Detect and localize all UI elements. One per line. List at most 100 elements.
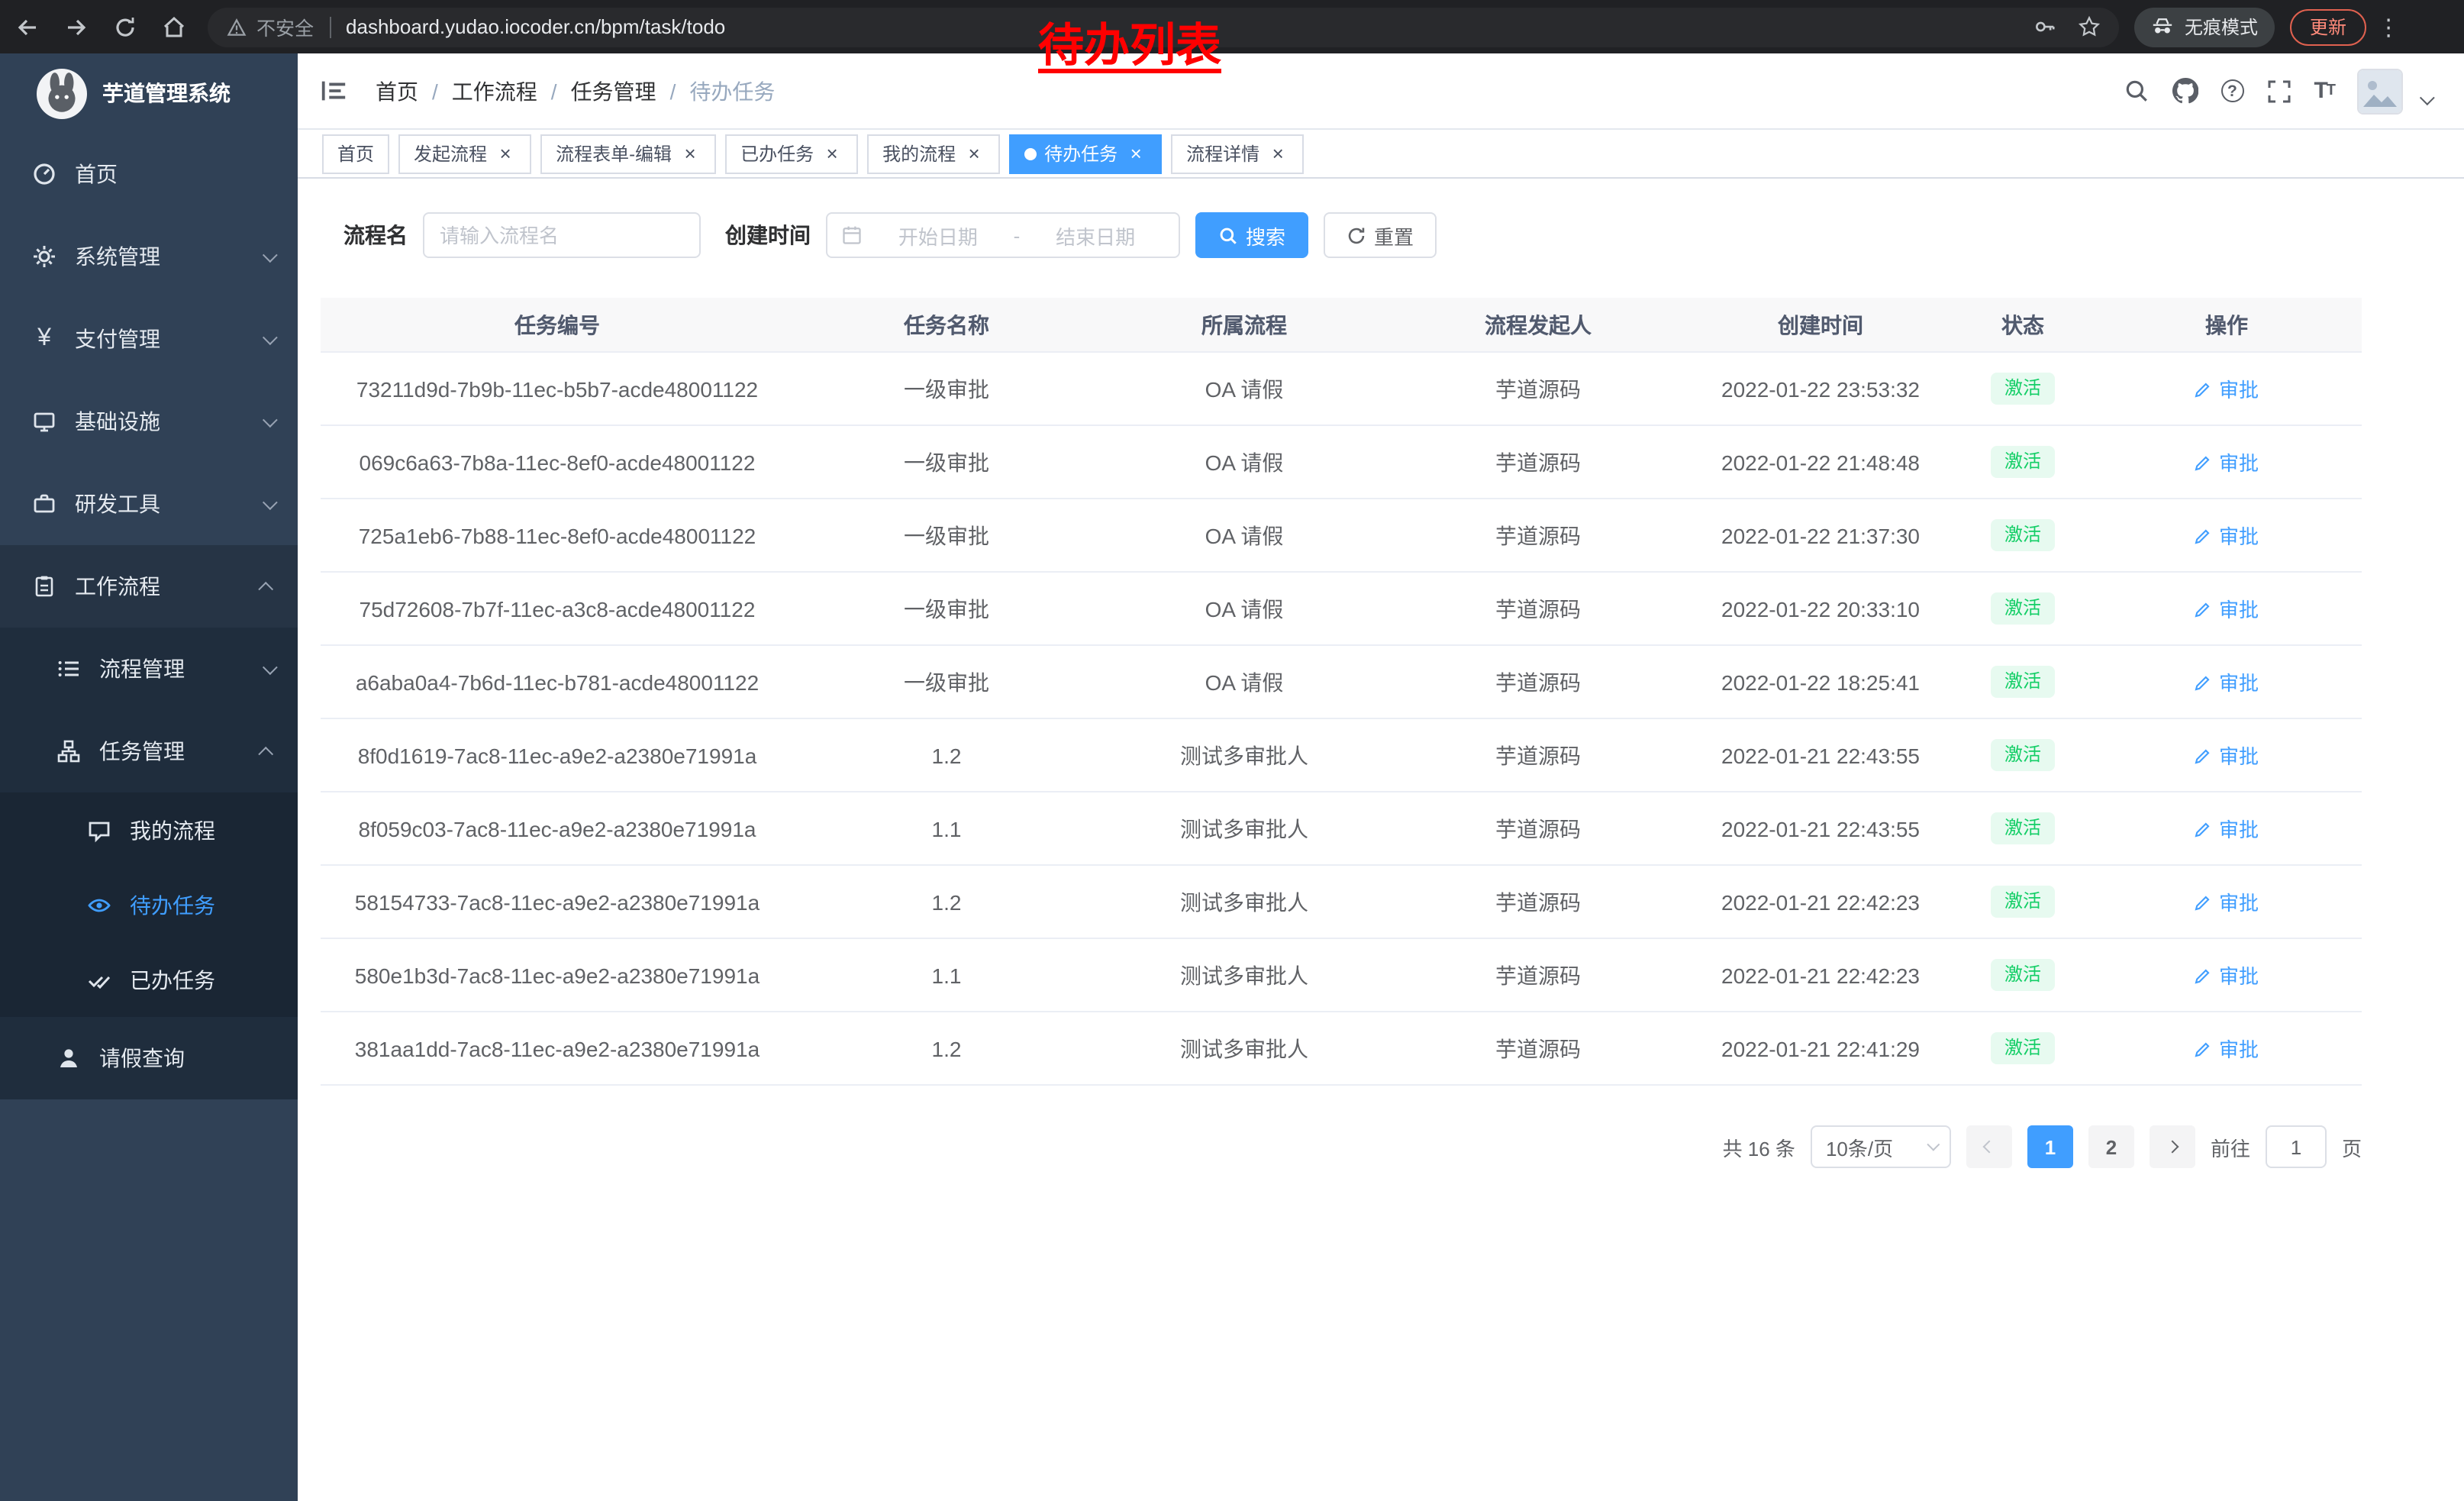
table-row: 381aa1dd-7ac8-11ec-a9e2-a2380e71991a 1.2… (321, 1012, 2362, 1086)
page-button-2[interactable]: 2 (2088, 1125, 2134, 1168)
approve-link[interactable]: 审批 (2195, 960, 2259, 989)
reload-button[interactable] (104, 5, 147, 48)
date-range-picker[interactable]: 开始日期 - 结束日期 (826, 212, 1180, 258)
sidebar-item-task-mgmt[interactable]: 任务管理 (0, 710, 298, 792)
security-label[interactable]: 不安全 (256, 12, 314, 41)
sidebar-item-my-process[interactable]: 我的流程 (0, 792, 298, 867)
search-button[interactable]: 搜索 (1195, 212, 1308, 258)
prev-page-button[interactable] (1966, 1125, 2012, 1168)
header-actions: ? TT (2123, 68, 2464, 114)
browser-menu-icon[interactable]: ⋮ (2377, 13, 2400, 40)
table-row: 8f059c03-7ac8-11ec-a9e2-a2380e71991a 1.1… (321, 792, 2362, 866)
avatar-caret-icon[interactable] (2420, 85, 2430, 112)
filter-bar: 流程名 创建时间 开始日期 - 结束日期 搜索 重置 (343, 212, 1437, 258)
incognito-icon (2151, 15, 2174, 38)
tag-tab-bar: 首页 发起流程 × 流程表单-编辑 × 已办任务 × 我的流程 × 待办任务 ×… (298, 130, 2464, 179)
task-create-time: 2022-01-22 20:33:10 (1687, 573, 1954, 644)
task-name: 一级审批 (794, 646, 1099, 718)
dashboard-icon (31, 162, 58, 186)
task-process: OA 请假 (1099, 353, 1389, 424)
breadcrumb-home[interactable]: 首页 (376, 76, 418, 106)
goto-page-input[interactable] (2266, 1125, 2327, 1168)
task-create-time: 2022-01-21 22:42:23 (1687, 939, 1954, 1011)
close-icon[interactable]: × (679, 143, 701, 164)
task-id: a6aba0a4-7b6d-11ec-b781-acde48001122 (321, 646, 794, 718)
chevron-down-icon (1927, 1138, 1940, 1151)
tab-my-process[interactable]: 我的流程 × (867, 134, 1000, 173)
help-icon[interactable]: ? (2221, 79, 2243, 102)
github-icon[interactable] (2172, 78, 2198, 104)
close-icon[interactable]: × (963, 143, 985, 164)
next-page-button[interactable] (2150, 1125, 2195, 1168)
home-button[interactable] (153, 5, 195, 48)
reset-button[interactable]: 重置 (1324, 212, 1437, 258)
task-create-time: 2022-01-21 22:43:55 (1687, 719, 1954, 791)
tab-todo-tasks[interactable]: 待办任务 × (1009, 134, 1162, 173)
forward-button[interactable] (55, 5, 98, 48)
approve-link[interactable]: 审批 (2195, 447, 2259, 476)
task-id: 580e1b3d-7ac8-11ec-a9e2-a2380e71991a (321, 939, 794, 1011)
process-name-input[interactable] (423, 212, 701, 258)
task-process: OA 请假 (1099, 426, 1389, 498)
approve-link[interactable]: 审批 (2195, 741, 2259, 770)
app-title: 芋道管理系统 (102, 78, 231, 108)
page-button-1[interactable]: 1 (2027, 1125, 2073, 1168)
tab-process-detail[interactable]: 流程详情 × (1171, 134, 1304, 173)
page-size-select[interactable]: 10条/页 (1811, 1125, 1951, 1168)
todo-task-table: 任务编号 任务名称 所属流程 流程发起人 创建时间 状态 操作 73211d9d… (321, 298, 2362, 1086)
tab-done-tasks[interactable]: 已办任务 × (725, 134, 858, 173)
sidebar-item-devtools[interactable]: 研发工具 (0, 463, 298, 545)
approve-link[interactable]: 审批 (2195, 1034, 2259, 1063)
browser-chrome: 不安全 dashboard.yudao.iocoder.cn/bpm/task/… (0, 0, 2464, 53)
close-icon[interactable]: × (1125, 143, 1147, 164)
approve-link[interactable]: 审批 (2195, 887, 2259, 916)
fullscreen-icon[interactable] (2266, 79, 2291, 103)
close-icon[interactable]: × (1267, 143, 1288, 164)
table-row: 58154733-7ac8-11ec-a9e2-a2380e71991a 1.2… (321, 866, 2362, 939)
tab-start-process[interactable]: 发起流程 × (398, 134, 531, 173)
user-avatar[interactable] (2357, 68, 2403, 114)
approve-link[interactable]: 审批 (2195, 594, 2259, 623)
breadcrumb-workflow[interactable]: 工作流程 (452, 76, 537, 106)
sidebar-item-todo-tasks[interactable]: 待办任务 (0, 867, 298, 942)
update-button[interactable]: 更新 (2290, 8, 2366, 45)
sidebar-item-system[interactable]: 系统管理 (0, 215, 298, 298)
end-date-placeholder[interactable]: 结束日期 (1026, 221, 1165, 250)
approve-link[interactable]: 审批 (2195, 521, 2259, 550)
search-icon[interactable] (2123, 78, 2149, 104)
start-date-placeholder[interactable]: 开始日期 (869, 221, 1008, 250)
font-size-icon[interactable]: TT (2314, 78, 2334, 104)
sidebar-item-leave-query[interactable]: 请假查询 (0, 1017, 298, 1099)
col-create-time: 创建时间 (1687, 298, 1954, 351)
tab-form-edit[interactable]: 流程表单-编辑 × (540, 134, 716, 173)
back-button[interactable] (6, 5, 49, 48)
sidebar-collapse-icon[interactable] (319, 76, 348, 105)
breadcrumb-task-mgmt[interactable]: 任务管理 (571, 76, 656, 106)
close-icon[interactable]: × (821, 143, 843, 164)
table-row: 725a1eb6-7b88-11ec-8ef0-acde48001122 一级审… (321, 499, 2362, 573)
task-id: 73211d9d-7b9b-11ec-b5b7-acde48001122 (321, 353, 794, 424)
close-icon[interactable]: × (495, 143, 516, 164)
task-id: 381aa1dd-7ac8-11ec-a9e2-a2380e71991a (321, 1012, 794, 1084)
status-badge: 激活 (1991, 593, 2055, 625)
task-name: 一级审批 (794, 353, 1099, 424)
task-name: 一级审批 (794, 499, 1099, 571)
sidebar-item-done-tasks[interactable]: 已办任务 (0, 942, 298, 1017)
sidebar-item-process-mgmt[interactable]: 流程管理 (0, 628, 298, 710)
approve-link[interactable]: 审批 (2195, 374, 2259, 403)
table-row: 069c6a63-7b8a-11ec-8ef0-acde48001122 一级审… (321, 426, 2362, 499)
key-icon[interactable] (2033, 15, 2056, 38)
sidebar-item-infrastructure[interactable]: 基础设施 (0, 380, 298, 463)
create-time-label: 创建时间 (725, 220, 811, 250)
sidebar-item-home[interactable]: 首页 (0, 133, 298, 215)
status-badge: 激活 (1991, 520, 2055, 551)
approve-link[interactable]: 审批 (2195, 814, 2259, 843)
star-icon[interactable] (2078, 15, 2101, 38)
sidebar-item-payment[interactable]: ¥ 支付管理 (0, 298, 298, 380)
sidebar-item-workflow[interactable]: 工作流程 (0, 545, 298, 628)
approve-link[interactable]: 审批 (2195, 667, 2259, 696)
tab-home[interactable]: 首页 (322, 134, 389, 173)
task-id: 58154733-7ac8-11ec-a9e2-a2380e71991a (321, 866, 794, 938)
goto-label: 前往 (2211, 1132, 2250, 1161)
task-create-time: 2022-01-22 21:48:48 (1687, 426, 1954, 498)
